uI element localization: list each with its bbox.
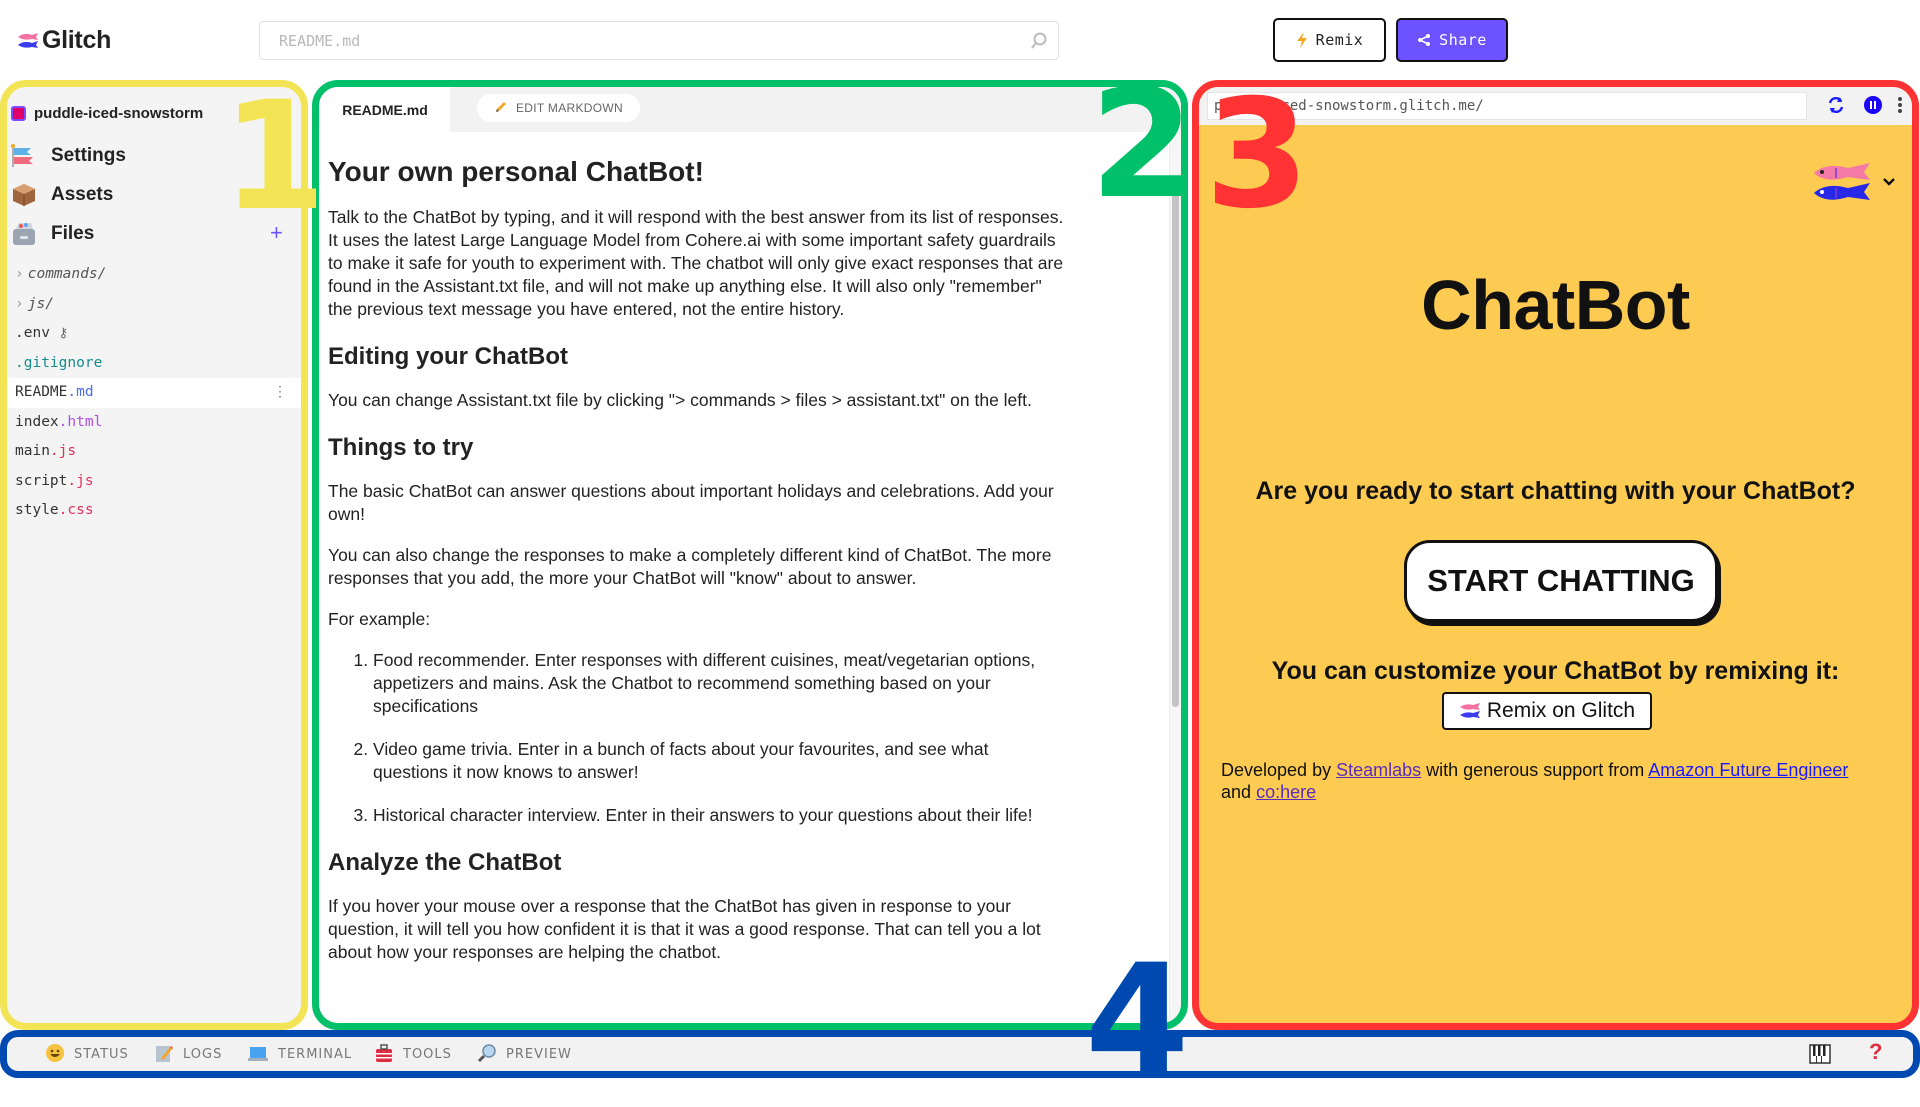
- file-options-icon[interactable]: ⋮: [273, 378, 287, 408]
- add-file-icon[interactable]: +: [270, 220, 283, 246]
- editor-panel: README.md EDIT MARKDOWN Your own persona…: [312, 80, 1188, 1030]
- glitch-logo[interactable]: Glitch: [16, 26, 111, 55]
- analyze-paragraph: If you hover your mouse over a response …: [328, 896, 1041, 962]
- project-avatar-icon: [11, 106, 26, 121]
- customize-text: You can customize your ChatBot by remixi…: [1271, 657, 1840, 685]
- edit-markdown-button[interactable]: EDIT MARKDOWN: [477, 94, 640, 122]
- sidebar-item-settings[interactable]: Settings: [11, 143, 126, 169]
- carp-streamer-icon: [11, 143, 37, 169]
- bottom-bar: STATUS LOGS TERMINAL TOOLS PREVIEW ?: [0, 1030, 1920, 1078]
- editor-scrollbar-thumb[interactable]: [1172, 192, 1179, 707]
- list-item: Video game trivia. Enter in a bunch of f…: [373, 738, 1068, 784]
- search-input[interactable]: [260, 22, 1020, 59]
- for-example: For example:: [328, 609, 431, 629]
- remix-label: Remix: [1315, 31, 1364, 49]
- search-icon[interactable]: [1029, 31, 1049, 56]
- file-tree-item-readme[interactable]: README.md ⋮: [7, 378, 301, 408]
- things-paragraph-1: The basic ChatBot can answer questions a…: [328, 481, 1054, 524]
- ready-question: Are you ready to start chatting with you…: [1255, 477, 1856, 505]
- file-tree-item-style-css[interactable]: style.css: [7, 496, 301, 526]
- project-name-button[interactable]: puddle-iced-snowstorm: [11, 105, 203, 122]
- chevron-right-icon: ›: [15, 266, 24, 282]
- file-tree-item-gitignore[interactable]: .gitignore: [7, 349, 301, 379]
- refresh-icon[interactable]: [1826, 95, 1846, 120]
- key-icon: ⚷: [58, 326, 69, 341]
- heading-things-to-try: Things to try: [328, 434, 474, 461]
- keyboard-shortcuts-icon[interactable]: [1809, 1044, 1831, 1069]
- tab-readme[interactable]: README.md: [320, 87, 450, 132]
- examples-list: Food recommender. Enter responses with d…: [373, 649, 1068, 827]
- project-name: puddle-iced-snowstorm: [34, 105, 204, 122]
- magnifier-icon: [477, 1043, 497, 1066]
- readme-title: Your own personal ChatBot!: [328, 156, 704, 187]
- file-tree-item-script-js[interactable]: script.js: [7, 467, 301, 497]
- list-item: Historical character interview. Enter in…: [373, 804, 1068, 827]
- preview-button[interactable]: PREVIEW: [477, 1043, 572, 1066]
- file-tree: › commands/ › js/ .env ⚷ .gitignore README…: [7, 260, 301, 526]
- pause-icon[interactable]: [1863, 95, 1883, 120]
- package-icon: [11, 182, 37, 208]
- file-tree-item-main-js[interactable]: main.js: [7, 437, 301, 467]
- preview-url-bar: puddle-iced-snowstorm.glitch.me/: [1199, 87, 1912, 125]
- preview-panel: puddle-iced-snowstorm.glitch.me/ ChatBot…: [1192, 80, 1919, 1030]
- things-paragraph-2: You can also change the responses to mak…: [328, 545, 1052, 588]
- chevron-right-icon: ›: [15, 295, 24, 312]
- toolbox-icon: [374, 1043, 394, 1066]
- amazon-future-engineer-link[interactable]: Amazon Future Engineer: [1648, 760, 1848, 780]
- more-options-icon[interactable]: [1897, 95, 1903, 120]
- status-button[interactable]: STATUS: [45, 1043, 129, 1066]
- preview-url-field[interactable]: puddle-iced-snowstorm.glitch.me/: [1207, 92, 1807, 120]
- editor-tab-bar: README.md EDIT MARKDOWN: [319, 87, 1181, 132]
- sidebar-item-label: Settings: [51, 145, 126, 166]
- file-cabinet-icon: [11, 221, 37, 247]
- glitch-fish-icon: [1459, 703, 1480, 718]
- start-chatting-button[interactable]: START CHATTING: [1404, 540, 1718, 622]
- file-tree-folder-js[interactable]: › js/: [7, 290, 301, 320]
- memo-icon: [154, 1043, 174, 1066]
- steamlabs-link[interactable]: Steamlabs: [1336, 760, 1421, 780]
- share-icon: [1418, 34, 1431, 46]
- file-tree-item-index-html[interactable]: index.html: [7, 408, 301, 438]
- lightning-icon: [1296, 32, 1307, 48]
- share-button[interactable]: Share: [1396, 18, 1508, 62]
- app-preview: ChatBot Are you ready to start chatting …: [1199, 125, 1912, 1023]
- remix-on-glitch-button[interactable]: Remix on Glitch: [1442, 692, 1652, 730]
- search-box[interactable]: [259, 21, 1059, 60]
- heading-editing: Editing your ChatBot: [328, 343, 568, 370]
- collapse-sidebar-icon[interactable]: «: [281, 104, 291, 125]
- pencil-icon: [494, 100, 508, 117]
- laptop-icon: [247, 1043, 269, 1066]
- logs-button[interactable]: LOGS: [154, 1043, 222, 1066]
- terminal-button[interactable]: TERMINAL: [247, 1043, 352, 1066]
- sidebar-item-files[interactable]: Files: [11, 221, 94, 247]
- heading-analyze: Analyze the ChatBot: [328, 849, 562, 876]
- credits-text: Developed by Steamlabs with generous sup…: [1221, 760, 1849, 802]
- sidebar-panel: puddle-iced-snowstorm « Settings Assets …: [0, 80, 308, 1030]
- remix-on-glitch-label: Remix on Glitch: [1486, 699, 1636, 722]
- file-tree-item-env[interactable]: .env ⚷: [7, 319, 301, 349]
- markdown-preview: Your own personal ChatBot! Talk to the C…: [328, 132, 1068, 982]
- sidebar-item-label: Files: [51, 223, 95, 244]
- tools-button[interactable]: TOOLS: [374, 1043, 452, 1066]
- edit-markdown-label: EDIT MARKDOWN: [515, 101, 623, 115]
- share-label: Share: [1439, 31, 1487, 49]
- remix-button[interactable]: Remix: [1273, 18, 1386, 62]
- glitch-fish-icon[interactable]: [1812, 160, 1872, 211]
- smiley-icon: [45, 1043, 65, 1066]
- app-name: Glitch: [42, 26, 112, 54]
- sidebar-item-assets[interactable]: Assets: [11, 182, 113, 208]
- top-header: Glitch Remix Share: [0, 0, 1920, 80]
- sidebar-item-label: Assets: [51, 184, 114, 205]
- list-item: Food recommender. Enter responses with d…: [373, 649, 1068, 718]
- file-tree-folder-commands[interactable]: › commands/: [7, 260, 301, 290]
- cohere-link[interactable]: co:here: [1256, 782, 1316, 802]
- editor-scrollbar[interactable]: [1169, 132, 1181, 1023]
- chatbot-title: ChatBot: [1421, 266, 1690, 344]
- glitch-fish-icon: [18, 32, 38, 48]
- editing-paragraph: You can change Assistant.txt file by cli…: [328, 390, 1032, 410]
- chevron-down-icon[interactable]: [1883, 173, 1895, 191]
- help-icon[interactable]: ?: [1869, 1039, 1882, 1065]
- readme-intro: Talk to the ChatBot by typing, and it wi…: [328, 207, 1064, 319]
